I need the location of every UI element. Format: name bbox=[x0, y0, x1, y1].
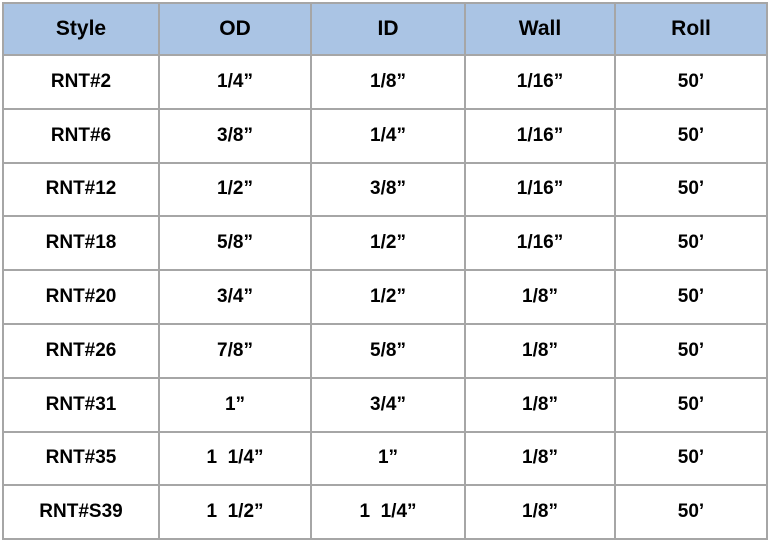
cell-roll: 50’ bbox=[614, 322, 768, 379]
table-row: RNT#6 3/8” 1/4” 1/16” 50’ bbox=[2, 107, 768, 164]
cell-od: 3/4” bbox=[158, 269, 312, 325]
cell-roll: 50’ bbox=[614, 161, 768, 218]
column-header-roll: Roll bbox=[614, 2, 768, 56]
column-header-wall: Wall bbox=[464, 2, 616, 56]
cell-wall: 1/16” bbox=[464, 161, 616, 218]
table-row: RNT#S39 1 1/2” 1 1/4” 1/8” 50’ bbox=[2, 484, 768, 540]
table-header: Style OD ID Wall Roll bbox=[2, 2, 768, 56]
tubing-spec-table: Style OD ID Wall Roll RNT#2 1/4” 1/8” 1/… bbox=[2, 2, 768, 540]
table-header-row: Style OD ID Wall Roll bbox=[2, 2, 768, 56]
table-row: RNT#12 1/2” 3/8” 1/16” 50’ bbox=[2, 161, 768, 218]
cell-wall: 1/8” bbox=[464, 484, 616, 540]
cell-id: 3/8” bbox=[310, 161, 466, 218]
cell-wall: 1/8” bbox=[464, 322, 616, 379]
cell-id: 1/4” bbox=[310, 107, 466, 164]
cell-od: 1 1/2” bbox=[158, 484, 312, 540]
cell-wall: 1/8” bbox=[464, 430, 616, 487]
cell-style: RNT#12 bbox=[2, 161, 160, 218]
column-header-id: ID bbox=[310, 2, 466, 56]
table-row: RNT#26 7/8” 5/8” 1/8” 50’ bbox=[2, 322, 768, 379]
tubing-spec-table-container: Style OD ID Wall Roll RNT#2 1/4” 1/8” 1/… bbox=[0, 0, 771, 540]
cell-id: 5/8” bbox=[310, 322, 466, 379]
table-row: RNT#2 1/4” 1/8” 1/16” 50’ bbox=[2, 54, 768, 110]
cell-style: RNT#26 bbox=[2, 322, 160, 379]
column-header-od: OD bbox=[158, 2, 312, 56]
cell-roll: 50’ bbox=[614, 430, 768, 487]
cell-roll: 50’ bbox=[614, 215, 768, 272]
cell-roll: 50’ bbox=[614, 54, 768, 110]
cell-od: 1 1/4” bbox=[158, 430, 312, 487]
table-row: RNT#20 3/4” 1/2” 1/8” 50’ bbox=[2, 269, 768, 325]
cell-od: 5/8” bbox=[158, 215, 312, 272]
cell-id: 1 1/4” bbox=[310, 484, 466, 540]
cell-roll: 50’ bbox=[614, 269, 768, 325]
table-row: RNT#18 5/8” 1/2” 1/16” 50’ bbox=[2, 215, 768, 272]
cell-style: RNT#S39 bbox=[2, 484, 160, 540]
cell-style: RNT#35 bbox=[2, 430, 160, 487]
cell-roll: 50’ bbox=[614, 107, 768, 164]
cell-id: 1/2” bbox=[310, 269, 466, 325]
column-header-style: Style bbox=[2, 2, 160, 56]
cell-style: RNT#2 bbox=[2, 54, 160, 110]
cell-od: 1” bbox=[158, 376, 312, 433]
cell-id: 1/8” bbox=[310, 54, 466, 110]
cell-od: 3/8” bbox=[158, 107, 312, 164]
cell-style: RNT#6 bbox=[2, 107, 160, 164]
table-body: RNT#2 1/4” 1/8” 1/16” 50’ RNT#6 3/8” 1/4… bbox=[2, 54, 768, 540]
cell-od: 1/4” bbox=[158, 54, 312, 110]
cell-style: RNT#20 bbox=[2, 269, 160, 325]
cell-od: 1/2” bbox=[158, 161, 312, 218]
cell-wall: 1/8” bbox=[464, 269, 616, 325]
cell-wall: 1/16” bbox=[464, 215, 616, 272]
table-row: RNT#31 1” 3/4” 1/8” 50’ bbox=[2, 376, 768, 433]
table-row: RNT#35 1 1/4” 1” 1/8” 50’ bbox=[2, 430, 768, 487]
cell-wall: 1/8” bbox=[464, 376, 616, 433]
cell-roll: 50’ bbox=[614, 484, 768, 540]
cell-id: 1/2” bbox=[310, 215, 466, 272]
cell-wall: 1/16” bbox=[464, 107, 616, 164]
cell-id: 3/4” bbox=[310, 376, 466, 433]
cell-od: 7/8” bbox=[158, 322, 312, 379]
cell-style: RNT#31 bbox=[2, 376, 160, 433]
cell-roll: 50’ bbox=[614, 376, 768, 433]
cell-style: RNT#18 bbox=[2, 215, 160, 272]
cell-id: 1” bbox=[310, 430, 466, 487]
cell-wall: 1/16” bbox=[464, 54, 616, 110]
